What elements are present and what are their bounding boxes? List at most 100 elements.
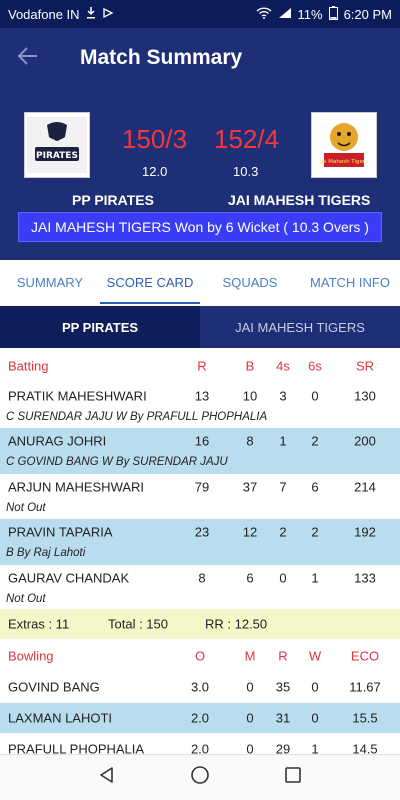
bowler-runs: 35 <box>275 679 291 695</box>
tab-match-info[interactable]: MATCH INFO <box>300 260 400 304</box>
team-tabs: PP PIRATES JAI MAHESH TIGERS <box>0 306 400 348</box>
batting-row[interactable]: ARJUN MAHESHWARI 79 37 7 6 214 Not Out <box>0 474 400 521</box>
dismissal-text: C SURENDAR JAJU W By PRAFULL PHOPHALIA <box>6 411 268 423</box>
batsman-fours: 0 <box>279 570 287 586</box>
dismissal-text: Not Out <box>6 593 46 605</box>
batsman-fours: 7 <box>279 479 287 495</box>
batsman-name: ARJUN MAHESHWARI <box>8 479 145 495</box>
download-icon <box>86 7 96 21</box>
batsman-strike-rate: 130 <box>354 388 376 404</box>
team2-logo-text: Jai Mahesh Tigers <box>319 159 368 165</box>
battery-percent: 11% <box>297 6 323 22</box>
bowling-row[interactable]: LAXMAN LAHOTI 2.0 0 31 0 15.5 <box>0 703 400 733</box>
batsman-balls: 12 <box>242 524 258 540</box>
batsman-runs: 16 <box>194 433 210 449</box>
total-value: Total : 150 <box>108 616 168 632</box>
run-rate-value: RR : 12.50 <box>205 616 268 632</box>
header-overs: O <box>194 648 206 664</box>
batsman-runs: 13 <box>194 388 210 404</box>
batsman-strike-rate: 214 <box>354 479 376 495</box>
bowler-name: LAXMAN LAHOTI <box>8 710 113 726</box>
team1-name: PP PIRATES <box>72 192 154 208</box>
team2-logo: Jai Mahesh Tigers <box>311 112 377 178</box>
batting-header-label: Batting <box>8 358 49 374</box>
batting-row[interactable]: PRAVIN TAPARIA 23 12 2 2 192 B By Raj La… <box>0 519 400 566</box>
batsman-balls: 8 <box>246 433 254 449</box>
tab-squads[interactable]: SQUADS <box>200 260 300 304</box>
system-nav-bar <box>0 754 400 800</box>
bowler-overs: 3.0 <box>190 679 210 695</box>
batsman-fours: 1 <box>279 433 287 449</box>
batsman-fours: 3 <box>279 388 287 404</box>
team1-score: 150/3 <box>122 124 188 154</box>
header-runs: R <box>197 358 207 374</box>
header-balls: B <box>245 358 255 374</box>
bowler-wickets: 0 <box>311 679 319 695</box>
wifi-icon <box>256 7 272 21</box>
app-bar: Match Summary <box>0 28 400 88</box>
dismissal-text: C GOVIND BANG W By SURENDAR JAJU <box>6 456 228 468</box>
batsman-sixes: 1 <box>311 570 319 586</box>
tab-summary[interactable]: SUMMARY <box>0 260 100 304</box>
team-tab-jai-mahesh-tigers[interactable]: JAI MAHESH TIGERS <box>200 306 400 348</box>
batsman-sixes: 6 <box>311 479 319 495</box>
bowling-row[interactable]: GOVIND BANG 3.0 0 35 0 11.67 <box>0 672 400 702</box>
back-triangle-icon <box>98 766 116 789</box>
batsman-sixes: 2 <box>311 433 319 449</box>
batsman-fours: 2 <box>279 524 287 540</box>
dismissal-text: Not Out <box>6 502 46 514</box>
page-title: Match Summary <box>80 46 243 69</box>
nav-home-button[interactable] <box>180 758 220 798</box>
bowler-wickets: 0 <box>311 710 319 726</box>
team2-name: JAI MAHESH TIGERS <box>228 192 371 208</box>
bowler-maidens: 0 <box>246 710 254 726</box>
team2-overs: 10.3 <box>233 164 259 179</box>
back-button[interactable] <box>0 28 56 88</box>
battery-icon <box>328 6 338 22</box>
batsman-balls: 10 <box>242 388 258 404</box>
bowler-name: GOVIND BANG <box>8 679 100 695</box>
batsman-name: PRATIK MAHESHWARI <box>8 388 147 404</box>
dismissal-text: B By Raj Lahoti <box>6 547 86 559</box>
header-economy: ECO <box>350 648 380 664</box>
clock: 6:20 PM <box>343 6 392 22</box>
recents-square-icon <box>284 766 302 789</box>
batsman-balls: 37 <box>242 479 258 495</box>
nav-back-button[interactable] <box>87 758 127 798</box>
batsman-sixes: 0 <box>311 388 319 404</box>
batting-row[interactable]: ANURAG JOHRI 16 8 1 2 200 C GOVIND BANG … <box>0 428 400 475</box>
header-sixes: 6s <box>308 358 322 374</box>
match-result-banner: JAI MAHESH TIGERS Won by 6 Wicket ( 10.3… <box>18 212 382 242</box>
batsman-sixes: 2 <box>311 524 319 540</box>
batsman-name: GAURAV CHANDAK <box>8 570 130 586</box>
team-tab-pp-pirates[interactable]: PP PIRATES <box>0 306 200 348</box>
bowler-runs: 31 <box>275 710 291 726</box>
team2-score: 152/4 <box>214 124 280 154</box>
signal-icon <box>278 7 292 21</box>
batting-row[interactable]: GAURAV CHANDAK 8 6 0 1 133 Not Out <box>0 565 400 612</box>
arrow-left-icon <box>17 44 38 72</box>
header-maidens: M <box>244 648 256 664</box>
batsman-strike-rate: 192 <box>354 524 376 540</box>
batting-row[interactable]: PRATIK MAHESHWARI 13 10 3 0 130 C SUREND… <box>0 383 400 430</box>
carrier-label: Vodafone IN <box>8 6 80 22</box>
bowler-maidens: 0 <box>246 679 254 695</box>
bowler-economy: 15.5 <box>352 710 378 726</box>
home-circle-icon <box>190 765 210 790</box>
bowler-overs: 2.0 <box>190 710 210 726</box>
batsman-strike-rate: 133 <box>354 570 376 586</box>
batsman-balls: 6 <box>246 570 254 586</box>
batting-header: Batting R B 4s 6s SR <box>0 350 400 382</box>
batsman-name: PRAVIN TAPARIA <box>8 524 113 540</box>
batsman-runs: 8 <box>198 570 206 586</box>
team1-logo-text: PIRATES <box>36 151 78 161</box>
batsman-runs: 23 <box>194 524 210 540</box>
extras-value: Extras : 11 <box>8 616 70 632</box>
status-bar: Vodafone IN 11% 6:20 PM <box>0 0 400 28</box>
team1-overs: 12.0 <box>142 164 168 179</box>
main-tabs: SUMMARY SCORE CARD SQUADS MATCH INFO <box>0 260 400 304</box>
tab-score-card[interactable]: SCORE CARD <box>100 260 200 304</box>
nav-recents-button[interactable] <box>273 758 313 798</box>
batsman-strike-rate: 200 <box>354 433 376 449</box>
header-fours: 4s <box>276 358 290 374</box>
